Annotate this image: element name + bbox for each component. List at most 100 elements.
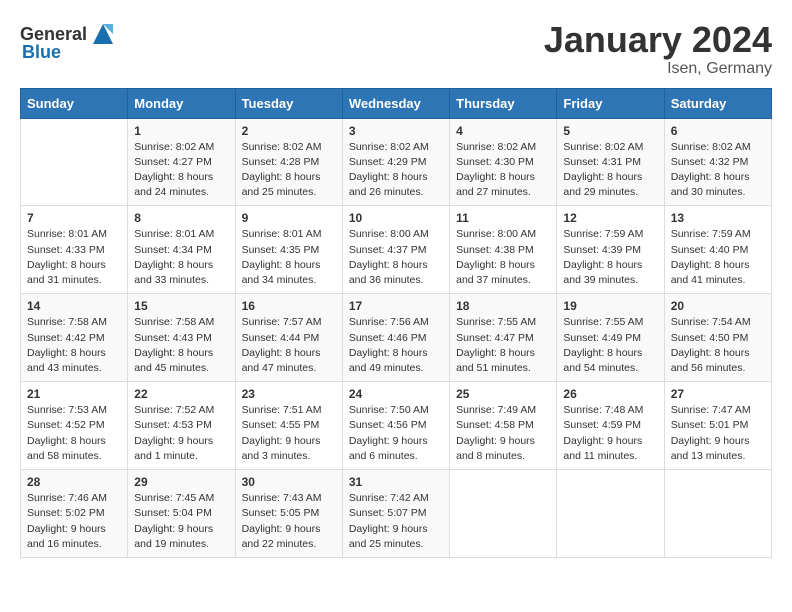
day-number: 4 <box>456 124 550 138</box>
day-number: 11 <box>456 211 550 225</box>
day-info: Sunrise: 7:59 AMSunset: 4:39 PMDaylight:… <box>563 227 657 288</box>
calendar-cell: 30Sunrise: 7:43 AMSunset: 5:05 PMDayligh… <box>235 470 342 558</box>
logo: General Blue <box>20 20 117 63</box>
calendar-cell: 28 Sunrise: 7:46 AMSunset: 5:02 PMDayligh… <box>21 470 128 558</box>
calendar-cell: 11 Sunrise: 8:00 AMSunset: 4:38 PMDayligh… <box>450 206 557 294</box>
day-info: Sunrise: 7:58 AMSunset: 4:42 PMDaylight:… <box>27 315 121 376</box>
day-number: 16 <box>242 299 336 313</box>
day-info: Sunrise: 8:01 AMSunset: 4:33 PMDaylight:… <box>27 227 121 288</box>
day-number: 2 <box>242 124 336 138</box>
day-number: 17 <box>349 299 443 313</box>
calendar-cell <box>450 470 557 558</box>
day-info: Sunrise: 7:47 AMSunset: 5:01 PMDaylight:… <box>671 403 765 464</box>
calendar-cell: 25 Sunrise: 7:49 AMSunset: 4:58 PMDayligh… <box>450 382 557 470</box>
day-number: 30 <box>242 475 336 489</box>
weekday-header-thursday: Thursday <box>450 88 557 118</box>
day-info: Sunrise: 7:59 AMSunset: 4:40 PMDaylight:… <box>671 227 765 288</box>
weekday-header-saturday: Saturday <box>664 88 771 118</box>
day-number: 27 <box>671 387 765 401</box>
calendar-cell: 6 Sunrise: 8:02 AMSunset: 4:32 PMDaylight… <box>664 118 771 206</box>
calendar-week-1: 1 Sunrise: 8:02 AMSunset: 4:27 PMDaylight… <box>21 118 772 206</box>
day-number: 13 <box>671 211 765 225</box>
weekday-header-friday: Friday <box>557 88 664 118</box>
day-number: 18 <box>456 299 550 313</box>
day-info: Sunrise: 7:57 AMSunset: 4:44 PMDaylight:… <box>242 315 336 376</box>
logo-icon <box>89 20 117 48</box>
calendar-cell: 19Sunrise: 7:55 AMSunset: 4:49 PMDayligh… <box>557 294 664 382</box>
weekday-header-wednesday: Wednesday <box>342 88 449 118</box>
day-number: 1 <box>134 124 228 138</box>
day-info: Sunrise: 8:02 AMSunset: 4:30 PMDaylight:… <box>456 140 550 201</box>
calendar-cell: 1 Sunrise: 8:02 AMSunset: 4:27 PMDaylight… <box>128 118 235 206</box>
calendar-cell: 8Sunrise: 8:01 AMSunset: 4:34 PMDaylight… <box>128 206 235 294</box>
calendar-cell: 27 Sunrise: 7:47 AMSunset: 5:01 PMDayligh… <box>664 382 771 470</box>
day-number: 24 <box>349 387 443 401</box>
month-title: January 2024 <box>544 20 772 60</box>
calendar-cell: 13 Sunrise: 7:59 AMSunset: 4:40 PMDayligh… <box>664 206 771 294</box>
day-info: Sunrise: 7:55 AMSunset: 4:47 PMDaylight:… <box>456 315 550 376</box>
calendar-cell: 20 Sunrise: 7:54 AMSunset: 4:50 PMDayligh… <box>664 294 771 382</box>
day-info: Sunrise: 7:58 AMSunset: 4:43 PMDaylight:… <box>134 315 228 376</box>
calendar-cell: 14 Sunrise: 7:58 AMSunset: 4:42 PMDayligh… <box>21 294 128 382</box>
calendar-cell: 9 Sunrise: 8:01 AMSunset: 4:35 PMDaylight… <box>235 206 342 294</box>
day-info: Sunrise: 7:56 AMSunset: 4:46 PMDaylight:… <box>349 315 443 376</box>
calendar-cell <box>21 118 128 206</box>
day-number: 7 <box>27 211 121 225</box>
day-info: Sunrise: 7:42 AMSunset: 5:07 PMDaylight:… <box>349 491 443 552</box>
day-info: Sunrise: 7:52 AMSunset: 4:53 PMDaylight:… <box>134 403 228 464</box>
day-info: Sunrise: 7:49 AMSunset: 4:58 PMDaylight:… <box>456 403 550 464</box>
day-number: 6 <box>671 124 765 138</box>
calendar-cell: 16 Sunrise: 7:57 AMSunset: 4:44 PMDayligh… <box>235 294 342 382</box>
day-info: Sunrise: 8:00 AMSunset: 4:37 PMDaylight:… <box>349 227 443 288</box>
day-info: Sunrise: 8:02 AMSunset: 4:27 PMDaylight:… <box>134 140 228 201</box>
day-number: 14 <box>27 299 121 313</box>
calendar-cell: 24Sunrise: 7:50 AMSunset: 4:56 PMDayligh… <box>342 382 449 470</box>
calendar-cell: 26 Sunrise: 7:48 AMSunset: 4:59 PMDayligh… <box>557 382 664 470</box>
calendar-cell: 31 Sunrise: 7:42 AMSunset: 5:07 PMDayligh… <box>342 470 449 558</box>
calendar-week-2: 7 Sunrise: 8:01 AMSunset: 4:33 PMDaylight… <box>21 206 772 294</box>
calendar-cell <box>664 470 771 558</box>
calendar-table: SundayMondayTuesdayWednesdayThursdayFrid… <box>20 88 772 558</box>
day-info: Sunrise: 7:45 AMSunset: 5:04 PMDaylight:… <box>134 491 228 552</box>
calendar-cell <box>557 470 664 558</box>
weekday-header-tuesday: Tuesday <box>235 88 342 118</box>
day-info: Sunrise: 7:54 AMSunset: 4:50 PMDaylight:… <box>671 315 765 376</box>
day-number: 9 <box>242 211 336 225</box>
day-info: Sunrise: 8:02 AMSunset: 4:31 PMDaylight:… <box>563 140 657 201</box>
calendar-cell: 7 Sunrise: 8:01 AMSunset: 4:33 PMDaylight… <box>21 206 128 294</box>
day-number: 29 <box>134 475 228 489</box>
day-info: Sunrise: 8:02 AMSunset: 4:28 PMDaylight:… <box>242 140 336 201</box>
day-number: 26 <box>563 387 657 401</box>
calendar-cell: 17 Sunrise: 7:56 AMSunset: 4:46 PMDayligh… <box>342 294 449 382</box>
day-info: Sunrise: 8:02 AMSunset: 4:29 PMDaylight:… <box>349 140 443 201</box>
day-info: Sunrise: 7:51 AMSunset: 4:55 PMDaylight:… <box>242 403 336 464</box>
day-number: 20 <box>671 299 765 313</box>
calendar-cell: 22 Sunrise: 7:52 AMSunset: 4:53 PMDayligh… <box>128 382 235 470</box>
calendar-week-4: 21Sunrise: 7:53 AMSunset: 4:52 PMDayligh… <box>21 382 772 470</box>
page-header: General Blue January 2024 Isen, Germany <box>20 20 772 78</box>
day-info: Sunrise: 7:48 AMSunset: 4:59 PMDaylight:… <box>563 403 657 464</box>
day-number: 3 <box>349 124 443 138</box>
day-info: Sunrise: 7:55 AMSunset: 4:49 PMDaylight:… <box>563 315 657 376</box>
day-number: 28 <box>27 475 121 489</box>
title-area: January 2024 Isen, Germany <box>544 20 772 78</box>
day-number: 22 <box>134 387 228 401</box>
weekday-header-sunday: Sunday <box>21 88 128 118</box>
day-info: Sunrise: 7:46 AMSunset: 5:02 PMDaylight:… <box>27 491 121 552</box>
location-label: Isen, Germany <box>544 60 772 78</box>
day-info: Sunrise: 8:02 AMSunset: 4:32 PMDaylight:… <box>671 140 765 201</box>
day-number: 15 <box>134 299 228 313</box>
calendar-cell: 3 Sunrise: 8:02 AMSunset: 4:29 PMDaylight… <box>342 118 449 206</box>
calendar-cell: 15 Sunrise: 7:58 AMSunset: 4:43 PMDayligh… <box>128 294 235 382</box>
day-number: 21 <box>27 387 121 401</box>
calendar-cell: 5 Sunrise: 8:02 AMSunset: 4:31 PMDaylight… <box>557 118 664 206</box>
calendar-cell: 29 Sunrise: 7:45 AMSunset: 5:04 PMDayligh… <box>128 470 235 558</box>
day-info: Sunrise: 8:00 AMSunset: 4:38 PMDaylight:… <box>456 227 550 288</box>
day-number: 25 <box>456 387 550 401</box>
day-info: Sunrise: 8:01 AMSunset: 4:35 PMDaylight:… <box>242 227 336 288</box>
day-number: 5 <box>563 124 657 138</box>
calendar-cell: 23Sunrise: 7:51 AMSunset: 4:55 PMDayligh… <box>235 382 342 470</box>
day-number: 12 <box>563 211 657 225</box>
calendar-cell: 2 Sunrise: 8:02 AMSunset: 4:28 PMDaylight… <box>235 118 342 206</box>
day-number: 31 <box>349 475 443 489</box>
